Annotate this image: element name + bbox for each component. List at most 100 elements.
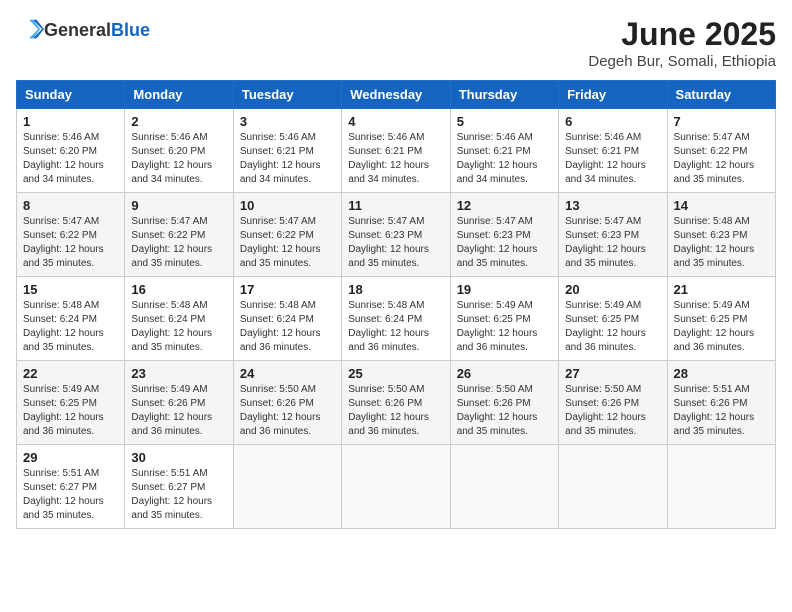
page-header: GeneralBlue June 2025 Degeh Bur, Somali,… bbox=[16, 16, 776, 70]
table-row: 12 Sunrise: 5:47 AM Sunset: 6:23 PM Dayli… bbox=[450, 193, 558, 277]
day-info: Sunrise: 5:47 AM Sunset: 6:23 PM Dayligh… bbox=[348, 215, 443, 271]
col-saturday: Saturday bbox=[667, 81, 775, 109]
table-row: 10 Sunrise: 5:47 AM Sunset: 6:22 PM Dayli… bbox=[233, 193, 341, 277]
day-number: 28 bbox=[674, 366, 769, 381]
table-row bbox=[667, 445, 775, 529]
calendar-week-row: 15Sunrise: 5:48 AM Sunset: 6:24 PM Dayli… bbox=[17, 277, 776, 361]
table-row: 3 Sunrise: 5:46 AM Sunset: 6:21 PM Daylig… bbox=[233, 109, 341, 193]
day-number: 19 bbox=[457, 282, 552, 297]
day-number: 26 bbox=[457, 366, 552, 381]
day-info: Sunrise: 5:47 AM Sunset: 6:22 PM Dayligh… bbox=[240, 215, 335, 271]
table-row: 18 Sunrise: 5:48 AM Sunset: 6:24 PM Dayli… bbox=[342, 277, 450, 361]
day-info: Sunrise: 5:46 AM Sunset: 6:21 PM Dayligh… bbox=[565, 131, 660, 187]
day-number: 7 bbox=[674, 114, 769, 129]
col-tuesday: Tuesday bbox=[233, 81, 341, 109]
day-number: 4 bbox=[348, 114, 443, 129]
table-row: 7Sunrise: 5:47 AM Sunset: 6:22 PM Daylig… bbox=[667, 109, 775, 193]
day-number: 1 bbox=[23, 114, 118, 129]
table-row: 28 Sunrise: 5:51 AM Sunset: 6:26 PM Dayli… bbox=[667, 361, 775, 445]
day-number: 14 bbox=[674, 198, 769, 213]
month-year-title: June 2025 bbox=[588, 16, 776, 53]
calendar-week-row: 1 Sunrise: 5:46 AM Sunset: 6:20 PM Daylig… bbox=[17, 109, 776, 193]
table-row: 4 Sunrise: 5:46 AM Sunset: 6:21 PM Daylig… bbox=[342, 109, 450, 193]
day-number: 30 bbox=[131, 450, 226, 465]
day-number: 18 bbox=[348, 282, 443, 297]
day-info: Sunrise: 5:51 AM Sunset: 6:26 PM Dayligh… bbox=[674, 383, 769, 439]
day-number: 12 bbox=[457, 198, 552, 213]
day-info: Sunrise: 5:48 AM Sunset: 6:24 PM Dayligh… bbox=[131, 299, 226, 355]
table-row: 22 Sunrise: 5:49 AM Sunset: 6:25 PM Dayli… bbox=[17, 361, 125, 445]
calendar-week-row: 8 Sunrise: 5:47 AM Sunset: 6:22 PM Daylig… bbox=[17, 193, 776, 277]
table-row: 8 Sunrise: 5:47 AM Sunset: 6:22 PM Daylig… bbox=[17, 193, 125, 277]
table-row: 20Sunrise: 5:49 AM Sunset: 6:25 PM Dayli… bbox=[559, 277, 667, 361]
table-row bbox=[342, 445, 450, 529]
day-number: 21 bbox=[674, 282, 769, 297]
day-number: 3 bbox=[240, 114, 335, 129]
col-friday: Friday bbox=[559, 81, 667, 109]
table-row: 27Sunrise: 5:50 AM Sunset: 6:26 PM Dayli… bbox=[559, 361, 667, 445]
table-row: 26 Sunrise: 5:50 AM Sunset: 6:26 PM Dayli… bbox=[450, 361, 558, 445]
day-info: Sunrise: 5:50 AM Sunset: 6:26 PM Dayligh… bbox=[457, 383, 552, 439]
table-row: 15Sunrise: 5:48 AM Sunset: 6:24 PM Dayli… bbox=[17, 277, 125, 361]
day-info: Sunrise: 5:47 AM Sunset: 6:23 PM Dayligh… bbox=[457, 215, 552, 271]
table-row: 1 Sunrise: 5:46 AM Sunset: 6:20 PM Daylig… bbox=[17, 109, 125, 193]
day-number: 17 bbox=[240, 282, 335, 297]
col-sunday: Sunday bbox=[17, 81, 125, 109]
day-number: 25 bbox=[348, 366, 443, 381]
day-info: Sunrise: 5:49 AM Sunset: 6:25 PM Dayligh… bbox=[23, 383, 118, 439]
day-number: 9 bbox=[131, 198, 226, 213]
day-info: Sunrise: 5:51 AM Sunset: 6:27 PM Dayligh… bbox=[131, 467, 226, 523]
table-row: 25Sunrise: 5:50 AM Sunset: 6:26 PM Dayli… bbox=[342, 361, 450, 445]
day-number: 20 bbox=[565, 282, 660, 297]
table-row: 30 Sunrise: 5:51 AM Sunset: 6:27 PM Dayli… bbox=[125, 445, 233, 529]
day-info: Sunrise: 5:48 AM Sunset: 6:24 PM Dayligh… bbox=[23, 299, 118, 355]
table-row: 6Sunrise: 5:46 AM Sunset: 6:21 PM Daylig… bbox=[559, 109, 667, 193]
day-number: 10 bbox=[240, 198, 335, 213]
table-row: 19 Sunrise: 5:49 AM Sunset: 6:25 PM Dayli… bbox=[450, 277, 558, 361]
table-row bbox=[450, 445, 558, 529]
day-info: Sunrise: 5:51 AM Sunset: 6:27 PM Dayligh… bbox=[23, 467, 118, 523]
day-info: Sunrise: 5:48 AM Sunset: 6:24 PM Dayligh… bbox=[348, 299, 443, 355]
day-info: Sunrise: 5:48 AM Sunset: 6:24 PM Dayligh… bbox=[240, 299, 335, 355]
table-row: 14 Sunrise: 5:48 AM Sunset: 6:23 PM Dayli… bbox=[667, 193, 775, 277]
day-info: Sunrise: 5:46 AM Sunset: 6:21 PM Dayligh… bbox=[240, 131, 335, 187]
calendar-week-row: 22 Sunrise: 5:49 AM Sunset: 6:25 PM Dayli… bbox=[17, 361, 776, 445]
day-number: 8 bbox=[23, 198, 118, 213]
day-info: Sunrise: 5:46 AM Sunset: 6:20 PM Dayligh… bbox=[131, 131, 226, 187]
table-row bbox=[233, 445, 341, 529]
day-info: Sunrise: 5:48 AM Sunset: 6:23 PM Dayligh… bbox=[674, 215, 769, 271]
table-row: 21Sunrise: 5:49 AM Sunset: 6:25 PM Dayli… bbox=[667, 277, 775, 361]
table-row: 5 Sunrise: 5:46 AM Sunset: 6:21 PM Daylig… bbox=[450, 109, 558, 193]
table-row: 9 Sunrise: 5:47 AM Sunset: 6:22 PM Daylig… bbox=[125, 193, 233, 277]
col-monday: Monday bbox=[125, 81, 233, 109]
table-row: 2Sunrise: 5:46 AM Sunset: 6:20 PM Daylig… bbox=[125, 109, 233, 193]
day-info: Sunrise: 5:46 AM Sunset: 6:21 PM Dayligh… bbox=[457, 131, 552, 187]
day-info: Sunrise: 5:47 AM Sunset: 6:22 PM Dayligh… bbox=[131, 215, 226, 271]
table-row: 16 Sunrise: 5:48 AM Sunset: 6:24 PM Dayli… bbox=[125, 277, 233, 361]
day-number: 5 bbox=[457, 114, 552, 129]
logo-general: General bbox=[44, 20, 111, 41]
day-number: 24 bbox=[240, 366, 335, 381]
day-number: 13 bbox=[565, 198, 660, 213]
day-info: Sunrise: 5:47 AM Sunset: 6:22 PM Dayligh… bbox=[23, 215, 118, 271]
day-info: Sunrise: 5:46 AM Sunset: 6:20 PM Dayligh… bbox=[23, 131, 118, 187]
calendar-header-row: Sunday Monday Tuesday Wednesday Thursday… bbox=[17, 81, 776, 109]
table-row bbox=[559, 445, 667, 529]
logo: GeneralBlue bbox=[16, 16, 150, 44]
logo-icon bbox=[16, 16, 44, 44]
table-row: 29Sunrise: 5:51 AM Sunset: 6:27 PM Dayli… bbox=[17, 445, 125, 529]
day-number: 16 bbox=[131, 282, 226, 297]
location-subtitle: Degeh Bur, Somali, Ethiopia bbox=[588, 53, 776, 70]
day-number: 27 bbox=[565, 366, 660, 381]
day-info: Sunrise: 5:47 AM Sunset: 6:23 PM Dayligh… bbox=[565, 215, 660, 271]
day-info: Sunrise: 5:50 AM Sunset: 6:26 PM Dayligh… bbox=[240, 383, 335, 439]
day-number: 22 bbox=[23, 366, 118, 381]
col-wednesday: Wednesday bbox=[342, 81, 450, 109]
table-row: 11 Sunrise: 5:47 AM Sunset: 6:23 PM Dayli… bbox=[342, 193, 450, 277]
day-info: Sunrise: 5:49 AM Sunset: 6:25 PM Dayligh… bbox=[457, 299, 552, 355]
day-info: Sunrise: 5:46 AM Sunset: 6:21 PM Dayligh… bbox=[348, 131, 443, 187]
table-row: 13 Sunrise: 5:47 AM Sunset: 6:23 PM Dayli… bbox=[559, 193, 667, 277]
title-area: June 2025 Degeh Bur, Somali, Ethiopia bbox=[588, 16, 776, 70]
day-number: 11 bbox=[348, 198, 443, 213]
calendar-table: Sunday Monday Tuesday Wednesday Thursday… bbox=[16, 80, 776, 529]
